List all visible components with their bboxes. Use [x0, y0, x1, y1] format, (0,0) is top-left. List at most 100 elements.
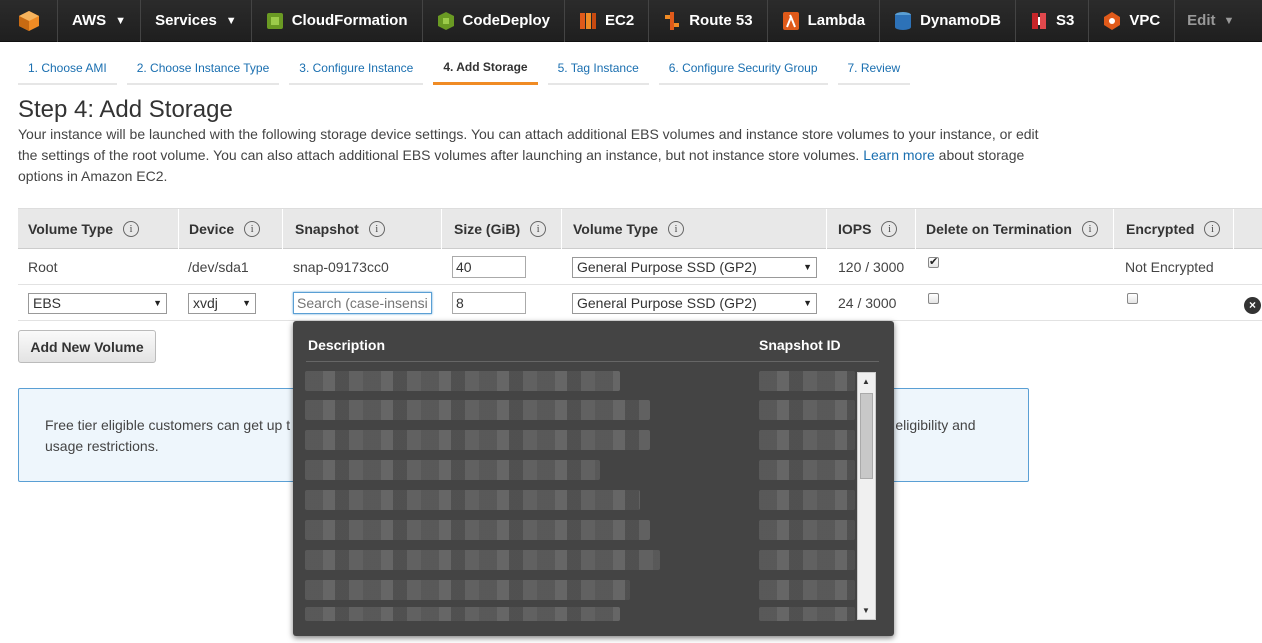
snapshot-option-redacted[interactable]: [305, 371, 620, 391]
table-row: EBS ▼ xvdj ▼ General Purpose SSD (GP2) ▼ 24…: [18, 285, 1262, 321]
scroll-down-icon[interactable]: ▼: [862, 606, 870, 615]
snapshot-id-redacted: [759, 580, 855, 600]
encrypted-checkbox[interactable]: [1127, 292, 1138, 304]
tab-configure-security-group[interactable]: 6. Configure Security Group: [658, 52, 828, 85]
tab-add-storage[interactable]: 4. Add Storage: [433, 52, 538, 85]
snapshot-option-redacted[interactable]: [305, 400, 650, 420]
shortcut-route53[interactable]: Route 53: [649, 0, 768, 42]
header-volume-type: Volume Type i: [28, 209, 179, 249]
shortcut-dynamodb[interactable]: DynamoDB: [880, 0, 1016, 42]
page-title: Step 4: Add Storage: [18, 96, 233, 123]
header-label: Volume Type: [573, 221, 659, 237]
snapshot-search-input[interactable]: [293, 292, 432, 314]
edit-menu[interactable]: Edit ▼: [1175, 0, 1246, 42]
shortcut-label: DynamoDB: [920, 12, 1001, 29]
snapshot-id-redacted: [759, 430, 855, 450]
snapshot-id-redacted: [759, 550, 855, 570]
scroll-up-icon[interactable]: ▲: [862, 377, 870, 386]
snapshot-option-redacted[interactable]: [305, 520, 650, 540]
learn-more-link[interactable]: Learn more: [863, 147, 935, 163]
tab-configure-instance[interactable]: 3. Configure Instance: [289, 52, 424, 85]
header-encrypted: Encrypted i: [1126, 209, 1234, 249]
header-size: Size (GiB) i: [454, 209, 562, 249]
info-icon[interactable]: i: [668, 221, 685, 237]
snapshot-id-redacted: [759, 520, 855, 540]
aws-logo[interactable]: [0, 0, 58, 42]
chevron-down-icon: ▼: [803, 262, 812, 272]
header-label: Size (GiB): [454, 221, 521, 237]
services-menu-label: Services: [155, 12, 217, 29]
delete-on-termination-checkbox[interactable]: [928, 292, 939, 304]
top-nav-bar: AWS ▼ Services ▼ CloudFormation CodeDeploy…: [0, 0, 1262, 42]
info-icon[interactable]: i: [1204, 221, 1221, 237]
size-input[interactable]: [452, 256, 526, 278]
info-icon[interactable]: i: [123, 221, 140, 237]
lambda-icon: [782, 11, 800, 31]
header-disk-type: Volume Type i: [573, 209, 827, 249]
cell-iops: 120 / 3000: [838, 259, 905, 275]
volume-type-select[interactable]: EBS ▼: [28, 292, 167, 314]
cell-volume-type: Root: [28, 259, 58, 275]
aws-menu-label: AWS: [72, 12, 107, 29]
edit-menu-label: Edit: [1187, 12, 1216, 29]
cell-encrypted: Not Encrypted: [1125, 259, 1214, 275]
snapshot-option-redacted[interactable]: [305, 580, 630, 600]
shortcut-codedeploy[interactable]: CodeDeploy: [423, 0, 566, 42]
shortcut-lambda[interactable]: Lambda: [768, 0, 881, 42]
snapshot-option-redacted[interactable]: [305, 550, 660, 570]
tab-choose-instance-type[interactable]: 2. Choose Instance Type: [126, 52, 280, 85]
snapshot-option-redacted[interactable]: [305, 490, 640, 510]
size-input[interactable]: [452, 292, 526, 314]
shortcut-s3[interactable]: S3: [1016, 0, 1090, 42]
snapshot-option-redacted[interactable]: [305, 607, 620, 621]
snapshot-option-redacted[interactable]: [305, 430, 650, 450]
header-iops: IOPS i: [838, 209, 916, 249]
storage-table: Volume Type i Device i Snapshot i Size (GiB…: [18, 208, 1262, 321]
info-icon[interactable]: i: [368, 221, 385, 237]
tab-review[interactable]: 7. Review: [837, 52, 911, 85]
cell-iops: 24 / 3000: [838, 295, 897, 311]
snapshot-option-redacted[interactable]: [305, 460, 600, 480]
ec2-icon: [579, 11, 597, 31]
device-select[interactable]: xvdj ▼: [188, 292, 256, 314]
header-snapshot: Snapshot i: [295, 209, 442, 249]
select-value: EBS: [33, 295, 62, 311]
services-menu[interactable]: Services ▼: [141, 0, 252, 42]
info-icon[interactable]: i: [1081, 221, 1098, 237]
select-value: General Purpose SSD (GP2): [577, 295, 757, 311]
chevron-down-icon: ▼: [225, 14, 237, 27]
dropdown-scrollbar[interactable]: ▲ ▼: [857, 372, 876, 620]
disk-type-select[interactable]: General Purpose SSD (GP2) ▼: [572, 292, 817, 314]
add-new-volume-button[interactable]: Add New Volume: [18, 330, 156, 363]
delete-on-termination-checkbox[interactable]: [928, 255, 939, 268]
disk-type-select[interactable]: General Purpose SSD (GP2) ▼: [572, 256, 817, 278]
tab-tag-instance[interactable]: 5. Tag Instance: [547, 52, 649, 85]
aws-menu[interactable]: AWS ▼: [58, 0, 142, 42]
shortcut-label: CloudFormation: [291, 12, 408, 29]
remove-volume-icon[interactable]: ×: [1244, 296, 1261, 314]
vpc-icon: [1103, 11, 1121, 31]
dropdown-header-description: Description: [308, 337, 386, 353]
header-delete-on-termination: Delete on Termination i: [926, 209, 1114, 249]
tab-choose-ami[interactable]: 1. Choose AMI: [18, 52, 117, 85]
chevron-down-icon: ▼: [153, 298, 162, 308]
shortcut-vpc[interactable]: VPC: [1089, 0, 1176, 42]
snapshot-id-redacted: [759, 607, 855, 621]
info-icon[interactable]: i: [530, 221, 547, 237]
info-icon[interactable]: i: [881, 221, 898, 237]
header-label: Encrypted: [1126, 221, 1195, 237]
intro-text: Your instance will be launched with the …: [18, 124, 1048, 187]
header-label: Delete on Termination: [926, 221, 1072, 237]
cell-snapshot: snap-09173cc0: [293, 259, 389, 275]
snapshot-dropdown: Description Snapshot ID: [293, 321, 894, 636]
notice-text-line2: usage restrictions.: [45, 438, 159, 454]
notice-text-line1: Free tier eligible customers can get up …: [45, 417, 291, 433]
snapshot-id-redacted: [759, 460, 855, 480]
shortcut-ec2[interactable]: EC2: [565, 0, 650, 42]
shortcut-cloudformation[interactable]: CloudFormation: [252, 0, 423, 42]
scrollbar-thumb[interactable]: [860, 393, 873, 479]
header-device: Device i: [189, 209, 283, 249]
dropdown-header-snapshot-id: Snapshot ID: [759, 337, 841, 353]
info-icon[interactable]: i: [244, 221, 261, 237]
codedeploy-icon: [437, 11, 455, 31]
